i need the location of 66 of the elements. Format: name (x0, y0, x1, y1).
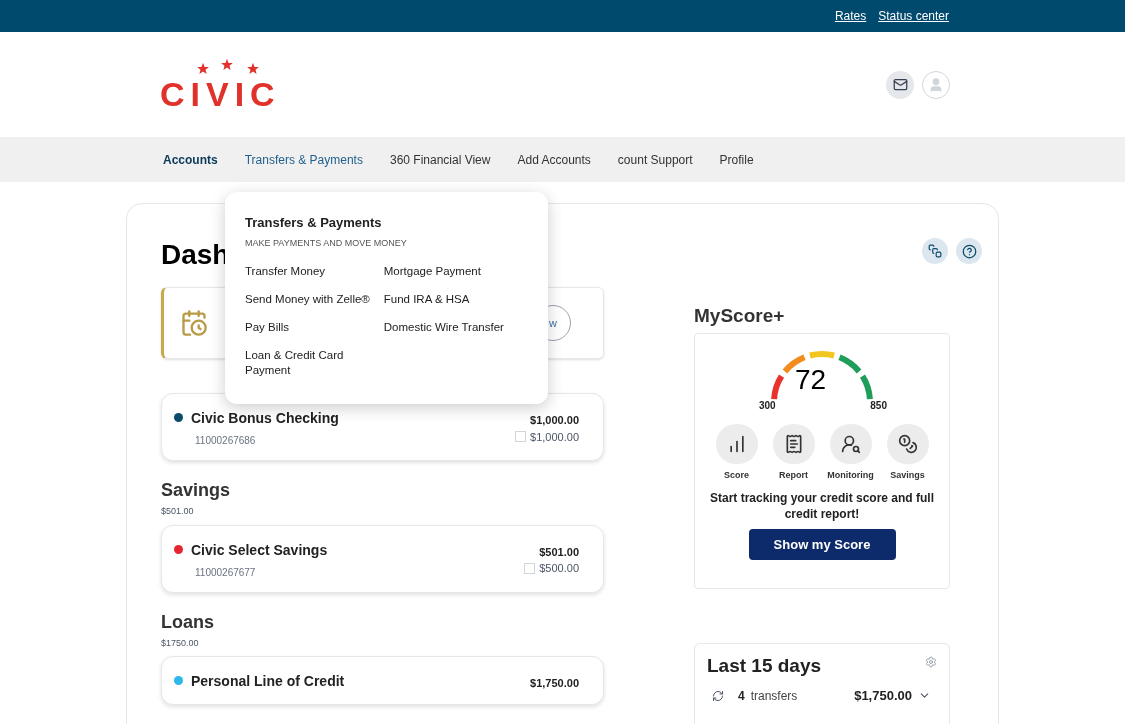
feature-label: Score (724, 468, 749, 482)
dropdown-subtitle: MAKE PAYMENTS AND MOVE MONEY (245, 236, 408, 250)
mail-icon (892, 77, 908, 92)
feature-button[interactable] (772, 423, 815, 464)
menu-link[interactable]: Transfer Money (245, 264, 376, 279)
savings-icon (897, 433, 918, 454)
help-button[interactable] (956, 238, 982, 264)
last-days-title: Last 15 days (707, 653, 822, 678)
section-total: $1750.00 (161, 636, 200, 650)
feature-label: Report (779, 468, 808, 482)
myscore-text: Start tracking your credit score and full credit report! (708, 490, 936, 522)
menu-link[interactable]: Send Money with Zelle® (245, 292, 376, 307)
account-card[interactable]: Civic Select Savings 11000267677 $501.00 $500.00 (161, 524, 604, 593)
feature-button[interactable] (829, 423, 872, 464)
credit-score: 72 (795, 365, 827, 394)
help-icon (961, 243, 977, 259)
nav-tab[interactable]: Add Accounts (517, 150, 591, 169)
available-balance: $1,000.00 (530, 429, 579, 445)
monitoring-icon (840, 433, 861, 454)
menu-link[interactable]: Mortgage Payment (383, 264, 528, 279)
copy-button[interactable] (922, 238, 948, 264)
available-balance: $500.00 (539, 561, 579, 576)
available-icon (524, 562, 536, 574)
account-name: Civic Bonus Checking (191, 409, 339, 428)
account-number: 11000267677 (195, 565, 257, 580)
section-heading: Savings (161, 479, 232, 501)
mail-button[interactable] (886, 70, 914, 99)
user-icon (928, 76, 944, 93)
show-score-button[interactable]: Show my Score (748, 529, 896, 560)
calendar-icon (180, 309, 208, 337)
nav-tab[interactable]: Transfers & Payments (244, 150, 363, 169)
refresh-icon (712, 689, 724, 702)
transfer-amount: $1,750.00 (854, 687, 912, 705)
account-name: Personal Line of Credit (191, 672, 345, 691)
available-icon (515, 431, 527, 443)
feature-button[interactable] (886, 423, 929, 464)
nav-tab[interactable]: Accounts (163, 150, 218, 169)
menu-link[interactable]: Pay Bills (245, 320, 376, 335)
account-balance: $501.00 (539, 544, 579, 560)
copy-icon (928, 244, 942, 258)
account-name: Civic Select Savings (191, 540, 328, 560)
feature-button[interactable] (715, 423, 758, 464)
nav-tab[interactable]: count Support (617, 150, 693, 169)
score-max: 850 (870, 398, 887, 413)
myscore-title: MyScore+ (694, 304, 786, 328)
nav-tab[interactable]: 360 Financial View (389, 150, 491, 169)
menu-link[interactable]: Fund IRA & HSA (383, 292, 528, 307)
transfer-label: transfers (750, 687, 798, 705)
feature-label: Monitoring (827, 468, 874, 482)
transfer-count: 4 (738, 687, 745, 705)
account-balance: $1,750.00 (530, 676, 579, 691)
top-link[interactable]: Rates (834, 7, 867, 25)
account-card[interactable]: Personal Line of Credit $1,750.00 (161, 656, 604, 705)
account-balance: $1,000.00 (530, 413, 579, 428)
nav-tab[interactable]: Profile (719, 150, 754, 169)
logo[interactable]: CIVIC (160, 58, 281, 111)
report-icon (783, 433, 804, 454)
section-heading: Loans (161, 610, 215, 633)
feature-label: Savings (890, 468, 925, 482)
section-total: $501.00 (161, 505, 195, 518)
menu-link[interactable]: Loan & Credit Card Payment (245, 348, 376, 378)
top-link[interactable]: Status center (878, 7, 949, 25)
menu-link[interactable]: Domestic Wire Transfer (383, 320, 528, 335)
dropdown-title: Transfers & Payments (245, 214, 383, 232)
account-number: 11000267686 (195, 434, 257, 448)
score-min: 300 (759, 398, 776, 413)
